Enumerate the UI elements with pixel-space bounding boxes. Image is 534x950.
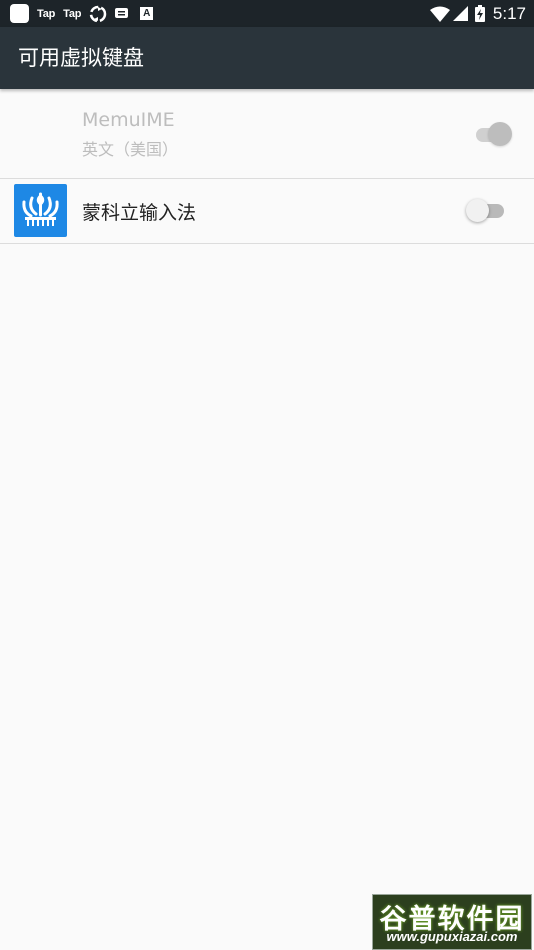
- message-icon: [115, 7, 129, 18]
- keyboard-language: 英文（美国）: [82, 140, 179, 159]
- keyboard-list: MemuIME 英文（美国） 蒙科立输入法: [0, 89, 534, 244]
- list-item-menksoft[interactable]: 蒙科立输入法: [0, 179, 534, 244]
- list-item-memuime[interactable]: MemuIME 英文（美国）: [0, 89, 534, 179]
- notification-icons: Tap Tap A: [10, 4, 154, 23]
- menksoft-toggle[interactable]: [466, 198, 506, 224]
- square-app-icon: [10, 4, 29, 23]
- watermark-url: www.gupuxiazai.com: [386, 929, 518, 944]
- recycle-icon: [90, 5, 107, 22]
- watermark-logo: 谷普软件园 www.gupuxiazai.com: [372, 894, 532, 950]
- keyboard-name: 蒙科立输入法: [82, 202, 197, 224]
- keyboard-name: MemuIME: [82, 109, 175, 131]
- status-bar: Tap Tap A 5:17: [0, 0, 534, 27]
- taptap-icon: Tap: [63, 7, 82, 20]
- signal-icon: [452, 6, 468, 21]
- a-app-icon: A: [140, 7, 154, 20]
- taptap-icon: Tap: [37, 7, 56, 20]
- system-icons: 5:17: [429, 0, 526, 27]
- app-bar: 可用虚拟键盘: [0, 27, 534, 89]
- battery-charging-icon: [474, 5, 485, 22]
- menksoft-trident-icon: [14, 184, 67, 237]
- wifi-icon: [429, 6, 450, 22]
- page-title: 可用虚拟键盘: [18, 46, 144, 70]
- memuime-toggle: [474, 122, 514, 148]
- toggle-thumb: [466, 199, 489, 222]
- toggle-thumb: [488, 122, 512, 146]
- clock: 5:17: [492, 3, 526, 23]
